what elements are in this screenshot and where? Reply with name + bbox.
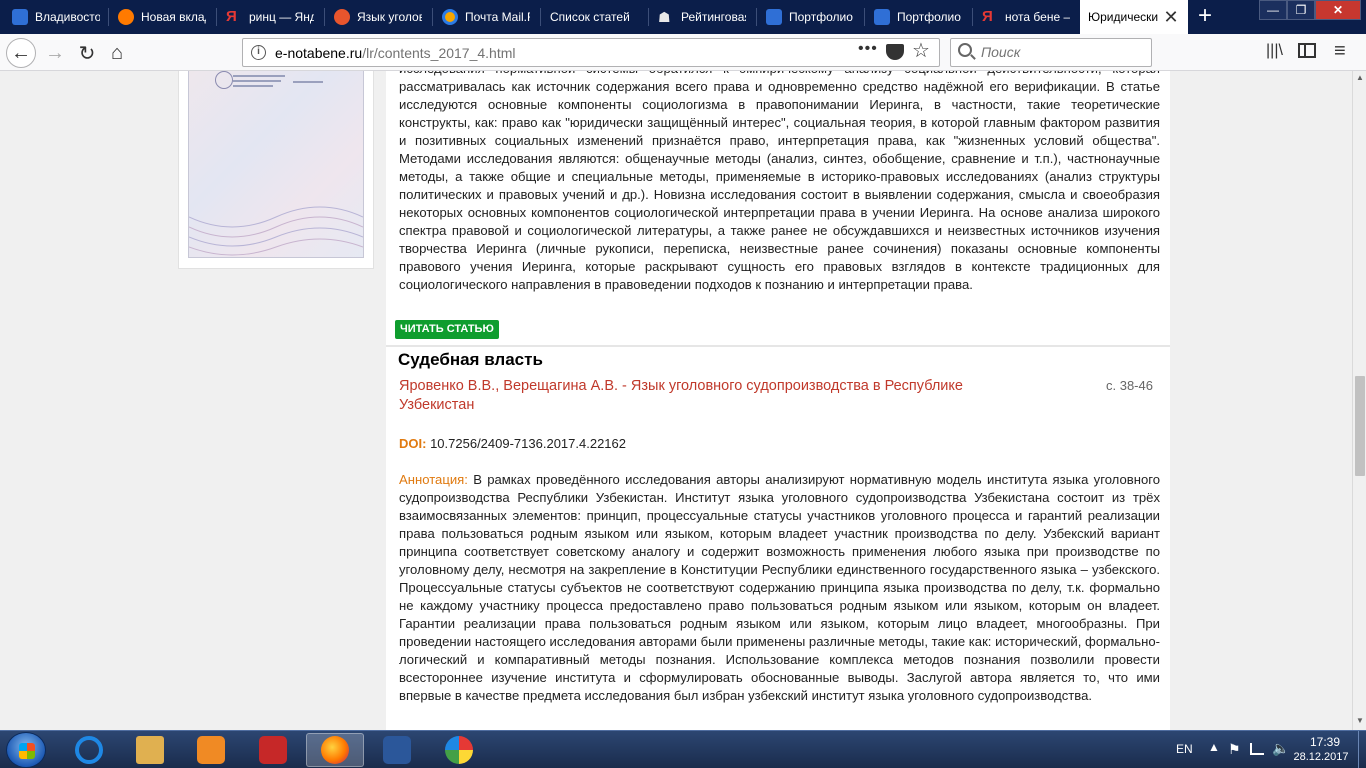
certificate-card: [178, 71, 374, 269]
tab-language-criminal[interactable]: Язык уголовного: [326, 0, 430, 34]
tab-label: Язык уголовного: [357, 10, 422, 24]
tab-yandex-rinc[interactable]: Я ринц — Яндекс: [218, 0, 322, 34]
browser-tab-strip: Владивосток Новая вкладка Я ринц — Яндек…: [0, 0, 1366, 34]
tab-label: Новая вкладка: [141, 10, 206, 24]
show-hidden-icons-icon[interactable]: ▲: [1208, 740, 1220, 754]
tab-label: ринц — Яндекс: [249, 10, 314, 24]
article-title-link[interactable]: Яровенко В.В., Верещагина А.В. - Язык уг…: [399, 377, 1039, 414]
tab-label: нота бене —: [1005, 10, 1070, 24]
tab-mail-ru[interactable]: Почта Mail.Ru: [434, 0, 538, 34]
url-text[interactable]: e-notabene.ru/lr/contents_2017_4.html: [275, 45, 516, 61]
windows-taskbar: EN ▲ ⚑ 🔈 17:39 28.12.2017: [0, 730, 1366, 768]
sidebar-toggle-icon[interactable]: [1298, 43, 1316, 58]
tab-label: Портфолио: [897, 10, 961, 24]
new-tab-button[interactable]: +: [1192, 3, 1218, 29]
taskbar-acrobat-reader[interactable]: [244, 733, 302, 767]
scroll-up-arrow-icon[interactable]: ▲: [1356, 73, 1364, 82]
info-icon[interactable]: i: [251, 45, 266, 60]
tab-nota-bene[interactable]: Я нота бене —: [974, 0, 1078, 34]
tab-portfolio-1[interactable]: Портфолио: [758, 0, 862, 34]
doi-label: DOI:: [399, 436, 427, 451]
page-actions-menu-icon[interactable]: •••: [858, 40, 878, 58]
window-minimize-button[interactable]: —: [1259, 0, 1287, 20]
taskbar-word[interactable]: [368, 733, 426, 767]
search-bar[interactable]: [950, 38, 1152, 67]
windows-logo-icon: [19, 743, 35, 759]
firefox-icon: [321, 736, 349, 764]
taskbar-internet-explorer[interactable]: [60, 733, 118, 767]
certificate-guilloche-pattern: [189, 206, 363, 256]
clock-time[interactable]: 17:39: [1300, 735, 1350, 749]
tab-label: Юридические: [1088, 10, 1158, 24]
clock-date[interactable]: 28.12.2017: [1284, 751, 1358, 763]
abstract-label: Аннотация:: [399, 472, 468, 487]
scrollbar-thumb[interactable]: [1355, 376, 1365, 476]
yandex-icon: Я: [982, 8, 993, 25]
abstract-text: В рамках проведённого исследования автор…: [399, 472, 1160, 703]
doi-value: 10.7256/2409-7136.2017.4.22162: [430, 436, 626, 451]
article-list-column: исследования нормативной системы обратил…: [386, 71, 1170, 730]
article-abstract: Аннотация: В рамках проведённого исследо…: [399, 471, 1160, 705]
window-close-button[interactable]: ✕: [1315, 0, 1361, 20]
media-player-icon: [197, 736, 225, 764]
home-button[interactable]: ⌂: [102, 38, 132, 68]
action-center-flag-icon[interactable]: ⚑: [1228, 741, 1241, 758]
page-scrollbar[interactable]: ▲ ▼: [1352, 71, 1366, 730]
search-icon: [958, 43, 972, 57]
language-indicator[interactable]: EN: [1176, 742, 1193, 756]
tab-label: Рейтинговая: [681, 10, 746, 24]
show-desktop-button[interactable]: [1358, 731, 1366, 768]
tab-new-tab[interactable]: Новая вкладка: [110, 0, 214, 34]
firefox-icon: [118, 9, 134, 25]
folder-icon: [136, 736, 164, 764]
tab-label: Почта Mail.Ru: [465, 10, 530, 24]
spark-icon: [766, 9, 782, 25]
section-title: Судебная власть: [398, 350, 543, 369]
tab-label: Портфолио: [789, 10, 853, 24]
read-article-button[interactable]: ЧИТАТЬ СТАТЬЮ: [395, 320, 499, 339]
tab-vladivostok[interactable]: Владивосток: [4, 0, 108, 34]
paint-palette-icon: [445, 736, 473, 764]
seal-icon: [215, 71, 233, 89]
taskbar-file-explorer[interactable]: [121, 733, 179, 767]
yandex-icon: Я: [226, 8, 237, 25]
taskbar-media-player[interactable]: [182, 733, 240, 767]
window-maximize-button[interactable]: ❐: [1287, 0, 1315, 20]
network-icon[interactable]: [1250, 743, 1264, 755]
spark-icon: [874, 9, 890, 25]
tab-label: Список статей: [550, 10, 630, 24]
people-icon: ☗: [658, 9, 671, 25]
certificate-image[interactable]: [188, 71, 364, 258]
tab-label: Владивосток: [35, 10, 100, 24]
tab-rating[interactable]: ☗ Рейтинговая: [650, 0, 754, 34]
back-button[interactable]: ←: [6, 38, 36, 68]
tab-portfolio-2[interactable]: Портфолио: [866, 0, 970, 34]
e-icon: [334, 9, 350, 25]
spark-icon: [12, 9, 28, 25]
hamburger-menu-icon[interactable]: ≡: [1334, 40, 1346, 63]
close-tab-icon[interactable]: ✕: [1160, 6, 1182, 28]
internet-explorer-icon: [75, 736, 103, 764]
bookmark-star-icon[interactable]: ☆: [912, 38, 930, 63]
page-content: исследования нормативной системы обратил…: [0, 71, 1352, 730]
taskbar-firefox[interactable]: [306, 733, 364, 767]
pdf-icon: [259, 736, 287, 764]
word-icon: [383, 736, 411, 764]
search-input[interactable]: [981, 44, 1141, 60]
address-bar[interactable]: i e-notabene.ru/lr/contents_2017_4.html: [242, 38, 940, 67]
tab-article-list[interactable]: Список статей: [542, 0, 646, 34]
scroll-down-arrow-icon[interactable]: ▼: [1356, 716, 1364, 725]
forward-button[interactable]: →: [40, 38, 70, 68]
navigation-toolbar: ← → ↻ ⌂ i e-notabene.ru/lr/contents_2017…: [0, 34, 1366, 71]
reload-button[interactable]: ↻: [72, 38, 102, 68]
taskbar-paint[interactable]: [430, 733, 488, 767]
mail-icon: [442, 9, 458, 25]
previous-article-abstract: исследования нормативной системы обратил…: [399, 71, 1160, 292]
section-divider: [386, 345, 1170, 347]
library-icon[interactable]: |||\: [1266, 42, 1283, 60]
article-pages: с. 38-46: [1106, 378, 1153, 393]
doi-row: DOI: 10.7256/2409-7136.2017.4.22162: [399, 436, 626, 451]
start-button[interactable]: [6, 732, 46, 768]
